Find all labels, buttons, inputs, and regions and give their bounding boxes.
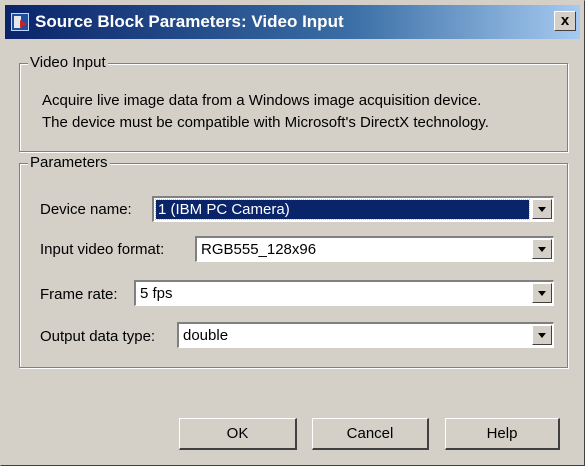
description-line-1: Acquire live image data from a Windows i… bbox=[42, 92, 482, 109]
title-bar[interactable]: Source Block Parameters: Video Input x bbox=[5, 5, 580, 39]
simulink-block-icon bbox=[11, 13, 29, 31]
device-name-value: 1 (IBM PC Camera) bbox=[155, 199, 530, 220]
input-video-format-label: Input video format: bbox=[40, 241, 165, 258]
input-video-format-value: RGB555_128x96 bbox=[201, 241, 317, 258]
output-data-type-label: Output data type: bbox=[40, 328, 156, 345]
frame-rate-label: Frame rate: bbox=[40, 286, 118, 303]
chevron-down-icon[interactable] bbox=[532, 283, 552, 303]
output-data-type-value: double bbox=[183, 327, 229, 344]
parameters-group-label: Parameters bbox=[28, 154, 110, 171]
frame-rate-value: 5 fps bbox=[140, 285, 173, 302]
frame-rate-dropdown[interactable]: 5 fps bbox=[134, 280, 554, 306]
description-line-2: The device must be compatible with Micro… bbox=[42, 114, 489, 131]
device-name-dropdown[interactable]: 1 (IBM PC Camera) bbox=[152, 196, 554, 222]
window-title: Source Block Parameters: Video Input bbox=[35, 12, 344, 31]
video-input-group: Video Input Acquire live image data from… bbox=[19, 54, 568, 152]
device-name-label: Device name: bbox=[40, 201, 132, 218]
cancel-button[interactable]: Cancel bbox=[312, 418, 429, 450]
dialog-window: Source Block Parameters: Video Input x V… bbox=[0, 0, 585, 466]
help-button[interactable]: Help bbox=[445, 418, 560, 450]
input-video-format-dropdown[interactable]: RGB555_128x96 bbox=[195, 236, 554, 262]
chevron-down-icon[interactable] bbox=[532, 325, 552, 345]
output-data-type-dropdown[interactable]: double bbox=[177, 322, 554, 348]
ok-button[interactable]: OK bbox=[179, 418, 297, 450]
chevron-down-icon[interactable] bbox=[532, 199, 552, 219]
parameters-group: Parameters Device name: 1 (IBM PC Camera… bbox=[19, 154, 568, 368]
close-button[interactable]: x bbox=[554, 11, 576, 31]
chevron-down-icon[interactable] bbox=[532, 239, 552, 259]
video-input-group-label: Video Input bbox=[28, 54, 108, 71]
